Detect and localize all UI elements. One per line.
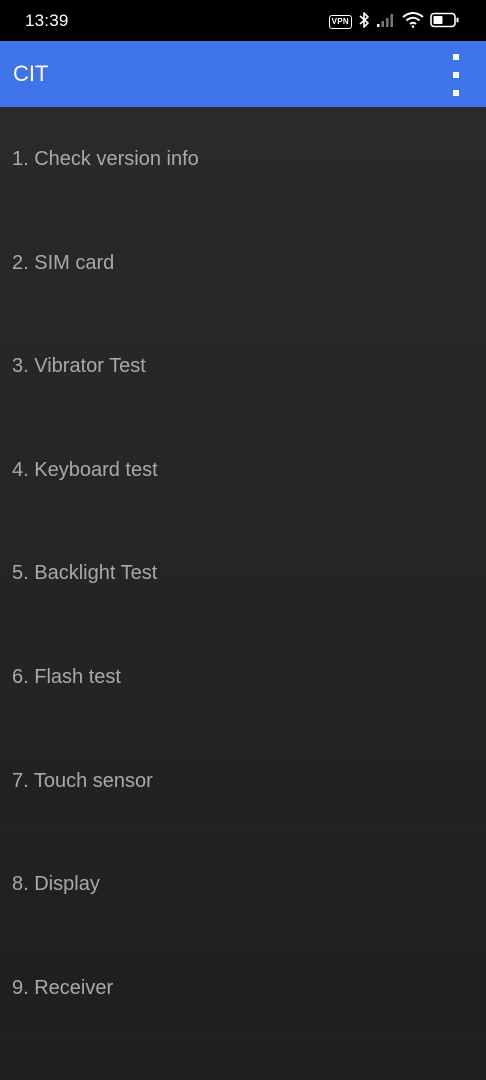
- more-vert-icon[interactable]: [448, 52, 464, 98]
- status-bar: 13:39 VPN: [0, 0, 486, 41]
- list-item[interactable]: 8. Display: [0, 832, 486, 936]
- app-bar: CIT: [0, 41, 486, 107]
- list-item[interactable]: 7. Touch sensor: [0, 729, 486, 833]
- list-item[interactable]: 5. Backlight Test: [0, 521, 486, 625]
- status-icons: VPN: [328, 11, 460, 34]
- status-time: 13:39: [25, 11, 69, 30]
- cellular-signal-icon: [376, 12, 396, 33]
- list-item-label: 1. Check version info: [12, 148, 199, 170]
- battery-icon: [430, 12, 460, 33]
- list-item-label: 4. Keyboard test: [12, 458, 158, 481]
- list-item[interactable]: 3. Vibrator Test: [0, 314, 486, 418]
- list-item-label: 9. Receiver: [12, 976, 114, 999]
- test-list: 1. Check version info 2. SIM card 3. Vib…: [0, 107, 486, 1080]
- list-item[interactable]: 6. Flash test: [0, 625, 486, 729]
- list-item-label: 8. Display: [12, 873, 100, 896]
- list-item-label: 7. Touch sensor: [12, 769, 153, 792]
- list-item[interactable]: 2. SIM card: [0, 211, 486, 315]
- app-title: CIT: [13, 61, 49, 86]
- list-item[interactable]: 9. Receiver: [0, 936, 486, 1040]
- wifi-icon: [402, 11, 424, 33]
- list-item-label: 3. Vibrator Test: [12, 355, 146, 378]
- list-item[interactable]: 1. Check version info: [0, 107, 486, 211]
- list-item[interactable]: 4. Keyboard test: [0, 418, 486, 522]
- list-item-label: 5. Backlight Test: [12, 562, 158, 585]
- bluetooth-icon: [358, 11, 370, 34]
- vpn-icon: VPN: [328, 15, 352, 29]
- list-item-label: 2. SIM card: [12, 251, 115, 274]
- list-item-label: 6. Flash test: [12, 665, 121, 688]
